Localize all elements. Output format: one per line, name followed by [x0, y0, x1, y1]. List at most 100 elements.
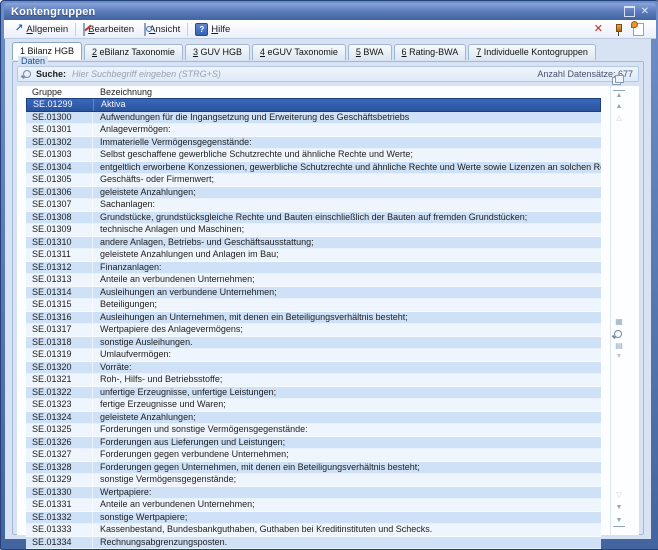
table-rows: SE.01299AktivaSE.01300Aufwendungen für d… [26, 98, 601, 535]
cell-bezeichnung: Wertpapiere des Anlagevermögens; [93, 324, 601, 336]
cell-bezeichnung: sonstige Vermögensgegenstände; [93, 474, 601, 486]
cell-bezeichnung: Immaterielle Vermögensgegenstände: [93, 137, 601, 149]
menu-item-label: Ansicht [149, 24, 180, 35]
column-chooser-icon[interactable] [612, 75, 623, 84]
cell-bezeichnung: sonstige Ausleihungen. [93, 337, 601, 349]
table-row[interactable]: SE.01319Umlaufvermögen: [26, 349, 601, 362]
table-row[interactable]: SE.01329sonstige Vermögensgegenstände; [26, 474, 601, 487]
cell-bezeichnung: Forderungen gegen verbundene Unternehmen… [93, 449, 601, 461]
cell-gruppe: SE.01316 [26, 312, 93, 324]
table-row[interactable]: SE.01323fertige Erzeugnisse und Waren; [26, 399, 601, 412]
table-row[interactable]: SE.01299Aktiva [26, 98, 601, 112]
table-row[interactable]: SE.01332sonstige Wertpapiere; [26, 512, 601, 525]
cell-bezeichnung: Ausleihungen an Unternehmen, mit denen e… [93, 312, 601, 324]
cell-bezeichnung: geleistete Anzahlungen und Anlagen im Ba… [93, 249, 601, 261]
table-row[interactable]: SE.01309technische Anlagen und Maschinen… [26, 224, 601, 237]
table-row[interactable]: SE.01315Beteiligungen; [26, 299, 601, 312]
menu-separator [75, 23, 76, 36]
table-row[interactable]: SE.01318sonstige Ausleihungen. [26, 337, 601, 350]
column-header-gruppe[interactable]: Gruppe [26, 86, 92, 98]
table-row[interactable]: SE.01333Kassenbestand, Bundesbankguthabe… [26, 524, 601, 537]
tab-3[interactable]: 3 GUV HGB [185, 44, 250, 60]
menu-item-bearbeiten[interactable]: Bearbeiten [78, 23, 139, 36]
table-row[interactable]: SE.01302Immaterielle Vermögensgegenständ… [26, 137, 601, 150]
table-row[interactable]: SE.01303Selbst geschaffene gewerbliche S… [26, 149, 601, 162]
table-row[interactable]: SE.01327Forderungen gegen verbundene Unt… [26, 449, 601, 462]
close-red-icon[interactable]: ✕ [594, 24, 603, 35]
table-row[interactable]: SE.01306geleistete Anzahlungen; [26, 187, 601, 200]
column-header-bezeichnung[interactable]: Bezeichnung [92, 86, 601, 98]
table-row[interactable]: SE.01330Wertpapiere: [26, 487, 601, 500]
cell-gruppe: SE.01325 [26, 424, 93, 436]
table-row[interactable]: SE.01307Sachanlagen: [26, 199, 601, 212]
table-row[interactable]: SE.01320Vorräte: [26, 362, 601, 375]
menu-item-hilfe[interactable]: ?Hilfe [190, 22, 235, 37]
cell-gruppe: SE.01314 [26, 287, 93, 299]
restore-icon[interactable] [624, 6, 635, 17]
tab-5[interactable]: 5 BWA [348, 44, 392, 60]
scroll-up-icon[interactable]: ▲ [613, 102, 625, 112]
pin-icon[interactable] [613, 23, 623, 36]
cell-bezeichnung: Grundstücke, grundstücksgleiche Rechte u… [93, 212, 601, 224]
table-row[interactable]: SE.01324geleistete Anzahlungen; [26, 412, 601, 425]
table-row[interactable]: SE.01317Wertpapiere des Anlagevermögens; [26, 324, 601, 337]
table-row[interactable]: SE.01325Forderungen und sonstige Vermöge… [26, 424, 601, 437]
table-row[interactable]: SE.01314Ausleihungen an verbundene Unter… [26, 287, 601, 300]
cell-bezeichnung: geleistete Anzahlungen; [93, 412, 601, 424]
cell-bezeichnung: Sachanlagen: [93, 199, 601, 211]
cell-gruppe: SE.01330 [26, 487, 93, 499]
table-row[interactable]: SE.01328Forderungen gegen Unternehmen, m… [26, 462, 601, 475]
scroll-top-icon[interactable]: ▲ [613, 90, 625, 101]
edit-page-icon [83, 24, 85, 35]
tab-6[interactable]: 6 Rating-BWA [394, 44, 467, 60]
title-bar: Kontengruppen ✕ [4, 3, 656, 20]
table-row[interactable]: SE.01331Anteile an verbundenen Unternehm… [26, 499, 601, 512]
table-row[interactable]: SE.01316Ausleihungen an Unternehmen, mit… [26, 312, 601, 325]
table-row[interactable]: SE.01310andere Anlagen, Betriebs- und Ge… [26, 237, 601, 250]
cell-gruppe: SE.01333 [26, 524, 93, 536]
cell-bezeichnung: Finanzanlagen: [93, 262, 601, 274]
cell-gruppe: SE.01301 [26, 124, 93, 136]
magnifier-icon[interactable] [614, 330, 622, 338]
window-controls: ✕ [624, 6, 656, 17]
table-row[interactable]: SE.01301Anlagevermögen: [26, 124, 601, 137]
table-row[interactable]: SE.01326Forderungen aus Lieferungen und … [26, 437, 601, 450]
table-row[interactable]: SE.01312Finanzanlagen: [26, 262, 601, 275]
table-row[interactable]: SE.01311geleistete Anzahlungen und Anlag… [26, 249, 601, 262]
search-label: Suche: [36, 69, 66, 79]
cell-bezeichnung: Forderungen und sonstige Vermögensgegens… [93, 424, 601, 436]
note-icon[interactable] [633, 23, 644, 36]
tab-2[interactable]: 2 eBilanz Taxonomie [84, 44, 183, 60]
cell-bezeichnung: fertige Erzeugnisse und Waren; [93, 399, 601, 411]
page-down-icon[interactable]: ▼ [613, 352, 625, 362]
search-bar[interactable]: Suche: Anzahl Datensätze: 677 [17, 66, 639, 82]
menu-separator [187, 23, 188, 36]
grid-icon[interactable]: ▦ [613, 317, 625, 327]
daten-group-label: Daten [18, 56, 48, 66]
tab-7[interactable]: 7 Individuelle Kontogruppen [468, 44, 596, 60]
menu-item-ansicht[interactable]: Ansicht [139, 23, 185, 36]
table-row[interactable]: SE.01313Anteile an verbundenen Unternehm… [26, 274, 601, 287]
cell-gruppe: SE.01332 [26, 512, 93, 524]
search-input[interactable] [72, 69, 529, 79]
scroll-down-icon[interactable]: ▼ [613, 503, 625, 513]
scroll-up-faint-icon[interactable]: △ [613, 114, 625, 124]
window-title: Kontengruppen [4, 6, 95, 18]
table-row[interactable]: SE.01322unfertige Erzeugnisse, unfertige… [26, 387, 601, 400]
close-icon[interactable]: ✕ [641, 7, 649, 17]
menu-item-allgemein[interactable]: ↗Allgemein [10, 23, 73, 36]
scroll-end-icon[interactable]: ▼ [613, 516, 625, 527]
cell-bezeichnung: geleistete Anzahlungen; [93, 187, 601, 199]
table-row[interactable]: SE.01334Rechnungsabgrenzungsposten. [26, 537, 601, 550]
table-row[interactable]: SE.01300Aufwendungen für die Ingangsetzu… [26, 112, 601, 125]
table-row[interactable]: SE.01304entgeltlich erworbene Konzession… [26, 162, 601, 175]
list-icon[interactable]: ▤ [613, 341, 625, 351]
scroll-down-faint-icon[interactable]: ▽ [613, 491, 625, 501]
table-row[interactable]: SE.01308Grundstücke, grundstücksgleiche … [26, 212, 601, 225]
cell-bezeichnung: andere Anlagen, Betriebs- und Geschäftsa… [93, 237, 601, 249]
table-row[interactable]: SE.01321Roh-, Hilfs- und Betriebsstoffe; [26, 374, 601, 387]
table-row[interactable]: SE.01305Geschäfts- oder Firmenwert; [26, 174, 601, 187]
cell-gruppe: SE.01304 [26, 162, 93, 174]
cell-bezeichnung: entgeltlich erworbene Konzessionen, gewe… [93, 162, 601, 174]
tab-4[interactable]: 4 eGUV Taxonomie [252, 44, 346, 60]
